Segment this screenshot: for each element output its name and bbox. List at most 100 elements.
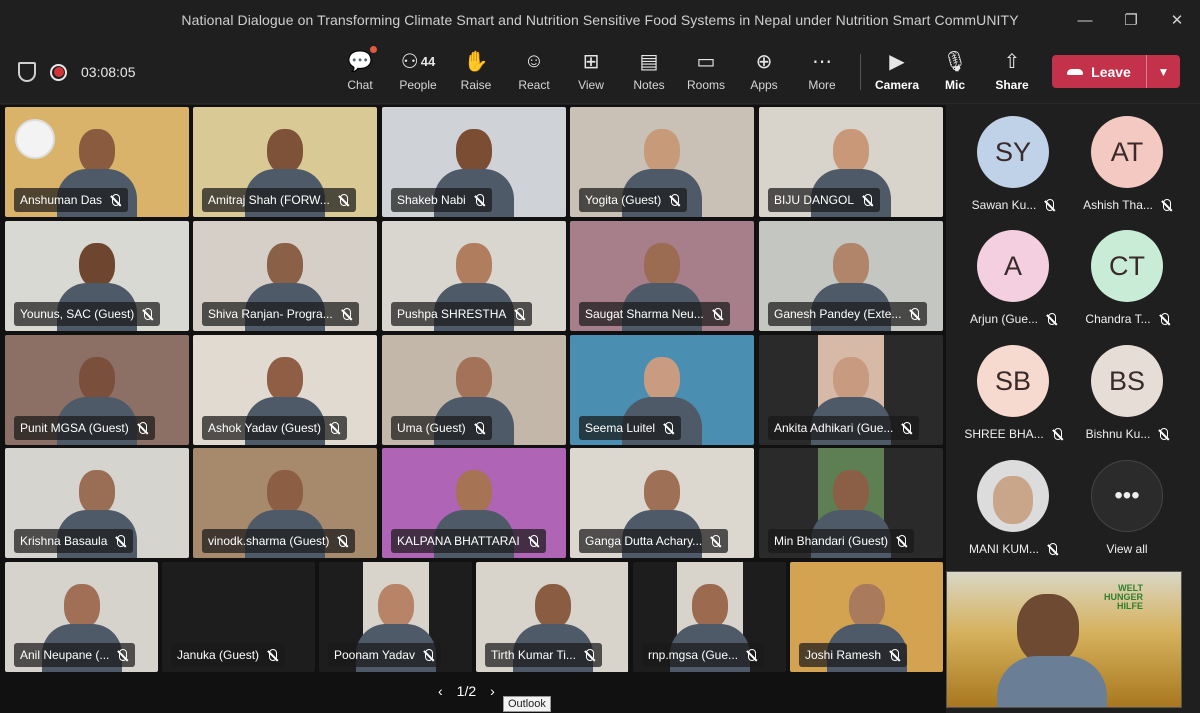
video-tile[interactable]: Anil Neupane (...: [5, 562, 158, 672]
leave-button[interactable]: Leave ▼: [1052, 55, 1180, 88]
video-tile[interactable]: BIJU DANGOL: [759, 107, 943, 217]
toolbar-button-share[interactable]: ⇧ Share: [983, 46, 1041, 98]
mic-icon: 🎙: [942, 50, 968, 73]
mic-muted-icon: [1049, 543, 1057, 555]
toolbar-button-apps[interactable]: ⊕ Apps: [735, 46, 793, 98]
participant-head: [79, 470, 115, 514]
toolbar-button-people[interactable]: ⚇ 44 People: [389, 46, 447, 98]
video-tile[interactable]: KALPANA BHATTARAI: [382, 448, 566, 558]
participant-card[interactable]: AT Ashish Tha...: [1070, 105, 1184, 217]
video-tile[interactable]: Anshuman Das: [5, 107, 189, 217]
video-tile[interactable]: Ganesh Pandey (Exte...: [759, 221, 943, 331]
participant-card[interactable]: CT Chandra T...: [1070, 219, 1184, 331]
people-count: 44: [420, 53, 436, 69]
toolbar-button-notes[interactable]: ▤ Notes: [620, 46, 678, 98]
participant-head: [692, 584, 728, 628]
toolbar-button-raise[interactable]: ✋ Raise: [447, 46, 505, 98]
video-tile[interactable]: Januka (Guest): [162, 562, 315, 672]
toolbar-button-label: People: [399, 78, 437, 92]
participant-name: Saugat Sharma Neu...: [585, 307, 704, 321]
prev-page-button[interactable]: ‹: [438, 683, 443, 699]
toolbar-button-more[interactable]: ⋯ More: [793, 46, 851, 98]
video-tile[interactable]: Shakeb Nabi: [382, 107, 566, 217]
participant-card-name: Arjun (Gue...: [970, 312, 1057, 326]
title-bar: National Dialogue on Transforming Climat…: [0, 0, 1200, 40]
toolbar-button-view[interactable]: ⊞ View: [562, 46, 620, 98]
people-icon: ⚇ 44: [400, 50, 436, 73]
mic-muted-icon: [330, 422, 339, 434]
video-tile[interactable]: rnp.mgsa (Gue...: [633, 562, 786, 672]
participant-name: Punit MGSA (Guest): [20, 421, 129, 435]
participant-card[interactable]: SY Sawan Ku...: [956, 105, 1070, 217]
participant-head: [267, 243, 303, 287]
minimize-button[interactable]: —: [1062, 0, 1108, 40]
mic-muted-icon: [864, 194, 873, 206]
video-tile[interactable]: Saugat Sharma Neu...: [570, 221, 754, 331]
toolbar-button-label: Apps: [750, 78, 778, 92]
video-tile[interactable]: Tirth Kumar Ti...: [476, 562, 629, 672]
participant-name: Anil Neupane (...: [20, 648, 110, 662]
page-indicator: 1/2: [456, 683, 477, 699]
video-tile[interactable]: vinodk.sharma (Guest): [193, 448, 377, 558]
shield-icon[interactable]: [18, 62, 36, 82]
participant-head: [456, 470, 492, 514]
participant-head: [644, 243, 680, 287]
video-tile[interactable]: Younus, SAC (Guest): [5, 221, 189, 331]
view-all-button[interactable]: ••• View all: [1070, 449, 1184, 561]
participant-name-tag: Saugat Sharma Neu...: [579, 302, 730, 326]
video-tile[interactable]: Joshi Ramesh: [790, 562, 943, 672]
toolbar-button-camera[interactable]: ▶ Camera: [868, 46, 926, 98]
video-tile[interactable]: Ashok Yadav (Guest): [193, 335, 377, 445]
video-tile[interactable]: Uma (Guest): [382, 335, 566, 445]
toolbar-button-label: Camera: [874, 78, 920, 92]
participant-name: Joshi Ramesh: [805, 648, 882, 662]
participant-card-name: MANI KUM...: [969, 542, 1057, 556]
avatar: CT: [1091, 230, 1163, 302]
participant-card-name: Sawan Ku...: [972, 198, 1055, 212]
participant-name-tag: Januka (Guest): [171, 643, 286, 667]
tooltip: Outlook: [503, 696, 551, 712]
participant-card[interactable]: BS Bishnu Ku...: [1070, 334, 1184, 446]
maximize-button[interactable]: ❐: [1108, 0, 1154, 40]
participant-name: KALPANA BHATTARAI: [397, 534, 520, 548]
participant-card-name: Ashish Tha...: [1083, 198, 1171, 212]
toolbar-button-label: View: [578, 78, 604, 92]
toolbar-button-chat[interactable]: 💬 Chat: [331, 46, 389, 98]
video-tile[interactable]: Shiva Ranjan- Progra...: [193, 221, 377, 331]
participant-name-tag: Tirth Kumar Ti...: [485, 643, 602, 667]
participant-name-tag: Ankita Adhikari (Gue...: [768, 416, 920, 440]
participant-card[interactable]: MANI KUM...: [956, 449, 1070, 561]
view-all-label: View all: [1106, 542, 1148, 556]
organization-logo: [15, 119, 55, 159]
chevron-down-icon[interactable]: ▼: [1146, 55, 1180, 88]
video-tile[interactable]: Krishna Basaula: [5, 448, 189, 558]
video-tile[interactable]: Ankita Adhikari (Gue...: [759, 335, 943, 445]
video-tile[interactable]: Amitraj Shah (FORW...: [193, 107, 377, 217]
participant-name: rnp.mgsa (Gue...: [648, 648, 739, 662]
rooms-icon: ▭: [696, 50, 716, 73]
video-tile[interactable]: Ganga Dutta Achary...: [570, 448, 754, 558]
mic-muted-icon: [339, 535, 348, 547]
chat-icon: 💬: [348, 46, 378, 74]
mic-muted-icon: [712, 535, 721, 547]
participant-card[interactable]: A Arjun (Gue...: [956, 219, 1070, 331]
participant-name: Krishna Basaula: [20, 534, 108, 548]
participant-card[interactable]: SB SHREE BHA...: [956, 334, 1070, 446]
leave-main[interactable]: Leave: [1052, 64, 1146, 80]
toolbar-button-react[interactable]: ☺ React: [505, 46, 563, 98]
video-tile[interactable]: Poonam Yadav: [319, 562, 472, 672]
close-button[interactable]: ✕: [1154, 0, 1200, 40]
video-tile[interactable]: Yogita (Guest): [570, 107, 754, 217]
video-gallery: Anshuman Das Amitraj Shah (FORW... Shakeb …: [0, 105, 946, 713]
video-tile[interactable]: Min Bhandari (Guest): [759, 448, 943, 558]
avatar: A: [977, 230, 1049, 302]
video-tile[interactable]: Pushpa SHRESTHA: [382, 221, 566, 331]
self-view[interactable]: WELT HUNGER HILFE: [946, 571, 1182, 708]
toolbar-button-mic[interactable]: 🎙 Mic: [926, 46, 984, 98]
video-tile[interactable]: Seema Luitel: [570, 335, 754, 445]
video-tile[interactable]: Punit MGSA (Guest): [5, 335, 189, 445]
next-page-button[interactable]: ›: [490, 683, 495, 699]
mic-muted-icon: [424, 649, 433, 661]
toolbar-button-rooms[interactable]: ▭ Rooms: [677, 46, 735, 98]
participant-name-tag: BIJU DANGOL: [768, 188, 881, 212]
